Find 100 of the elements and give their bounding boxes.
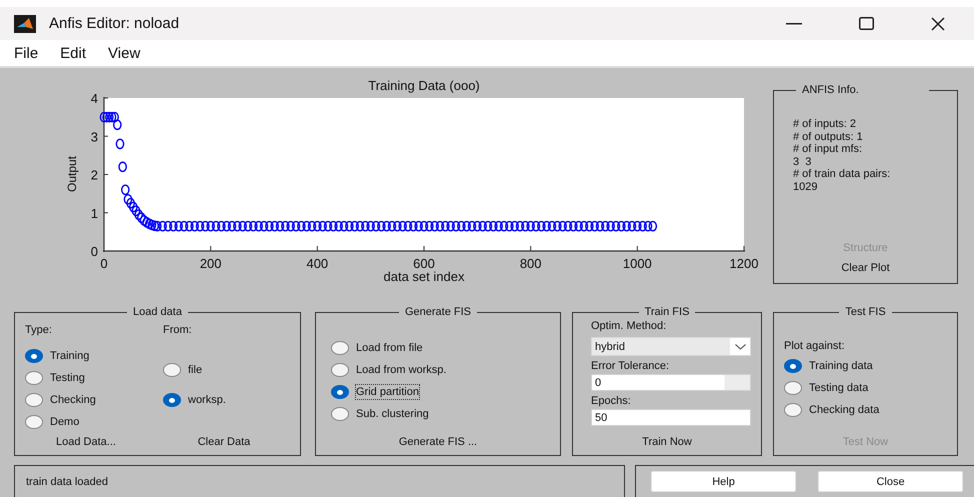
menu-item[interactable]: File [14, 44, 38, 62]
panel-title: Train FIS [644, 306, 690, 318]
radio-label[interactable]: Load from file [355, 340, 424, 356]
radio-label[interactable]: Testing [49, 370, 86, 386]
field-label: Plot against: [784, 340, 846, 352]
data-point [638, 220, 647, 232]
data-point [532, 220, 540, 232]
data-point [537, 220, 546, 232]
data-point [158, 220, 167, 232]
radio-button[interactable] [784, 403, 802, 417]
data-point [129, 202, 138, 212]
data-point [505, 220, 514, 232]
data-point [137, 212, 146, 224]
data-point [574, 220, 583, 232]
panel-button[interactable]: Clear Plot [837, 261, 894, 275]
radio-button[interactable] [163, 363, 181, 377]
data-point [382, 220, 391, 232]
data-point [108, 112, 116, 122]
data-point [142, 217, 151, 228]
data-point [118, 162, 127, 172]
data-point [510, 220, 519, 232]
data-point [393, 220, 402, 232]
axis-label: data set index [384, 269, 464, 284]
menu-item[interactable]: Edit [60, 44, 86, 62]
data-point [126, 198, 135, 208]
radio-label[interactable]: file [187, 362, 204, 378]
data-point [238, 220, 247, 232]
radio-button[interactable] [331, 341, 349, 355]
data-point [190, 220, 199, 232]
data-point [174, 220, 183, 232]
info-text: 1029 [793, 180, 818, 193]
status-text: train data loaded [26, 476, 108, 488]
tick-label: 0 [90, 244, 98, 259]
panel-button[interactable]: Train Now [638, 435, 696, 449]
input-field[interactable]: 0 [591, 374, 751, 391]
data-point [132, 206, 140, 216]
data-point [478, 220, 487, 232]
radio-button[interactable] [331, 385, 349, 399]
dialog-button[interactable]: Close [818, 471, 963, 492]
data-point [121, 184, 130, 196]
panel-button[interactable]: Generate FIS ... [394, 435, 482, 449]
radio-label[interactable]: Training data [808, 358, 874, 374]
data-point [185, 220, 194, 232]
data-point [596, 220, 604, 232]
data-point [102, 112, 111, 122]
data-point [648, 220, 658, 232]
data-point [436, 220, 444, 232]
close-icon [931, 16, 945, 30]
input-field[interactable]: 50 [591, 409, 751, 426]
data-point [628, 220, 636, 232]
radio-button[interactable] [25, 393, 43, 407]
data-point [526, 220, 535, 232]
data-point [324, 220, 332, 232]
chart-title: Training Data (ooo) [368, 78, 480, 93]
radio-label[interactable]: Demo [49, 414, 80, 430]
field-label: Type: [25, 324, 53, 336]
radio-button[interactable] [784, 381, 802, 395]
data-point [134, 209, 143, 220]
radio-button[interactable] [25, 349, 43, 363]
radio-label[interactable]: Checking data [808, 402, 880, 418]
panel-button[interactable]: Load Data... [15, 435, 153, 449]
data-point [558, 220, 567, 232]
radio-label[interactable]: Grid partition [355, 384, 420, 400]
info-text: 3 3 [793, 156, 812, 168]
data-point [521, 220, 530, 232]
data-point [484, 220, 492, 232]
data-point [281, 220, 290, 232]
data-point [489, 220, 498, 232]
panel-button[interactable]: Clear Data [153, 435, 291, 449]
field-label: Error Tolerance: [591, 360, 670, 372]
data-point [345, 220, 354, 232]
radio-button[interactable] [784, 359, 802, 373]
radio-label[interactable]: Testing data [808, 380, 870, 396]
radio-label[interactable]: Load from worksp. [355, 362, 448, 378]
radio-button[interactable] [163, 393, 181, 407]
menu-item[interactable]: View [108, 44, 140, 62]
data-point [622, 220, 631, 232]
radio-label[interactable]: Training [49, 348, 90, 364]
data-point [516, 220, 524, 232]
radio-label[interactable]: Checking [49, 392, 97, 408]
data-point [404, 220, 412, 232]
radio-button[interactable] [25, 371, 43, 385]
radio-label[interactable]: worksp. [187, 392, 227, 408]
info-text: # of inputs: 2 [793, 118, 857, 130]
radio-button[interactable] [331, 407, 349, 421]
tick-label: 4 [90, 91, 98, 106]
data-point [430, 220, 439, 232]
method-dropdown[interactable]: hybrid [591, 337, 751, 356]
panel-title: Generate FIS [404, 306, 472, 318]
window-title: Anfis Editor: noload [49, 15, 180, 32]
data-point [334, 220, 343, 232]
radio-label[interactable]: Sub. clustering [355, 406, 430, 422]
data-point [580, 220, 588, 232]
data-point [169, 220, 178, 232]
radio-button[interactable] [331, 363, 349, 377]
data-point [564, 220, 572, 232]
data-point [113, 119, 122, 130]
dialog-button[interactable]: Help [651, 471, 796, 492]
radio-button[interactable] [25, 415, 43, 429]
data-point [276, 220, 284, 232]
